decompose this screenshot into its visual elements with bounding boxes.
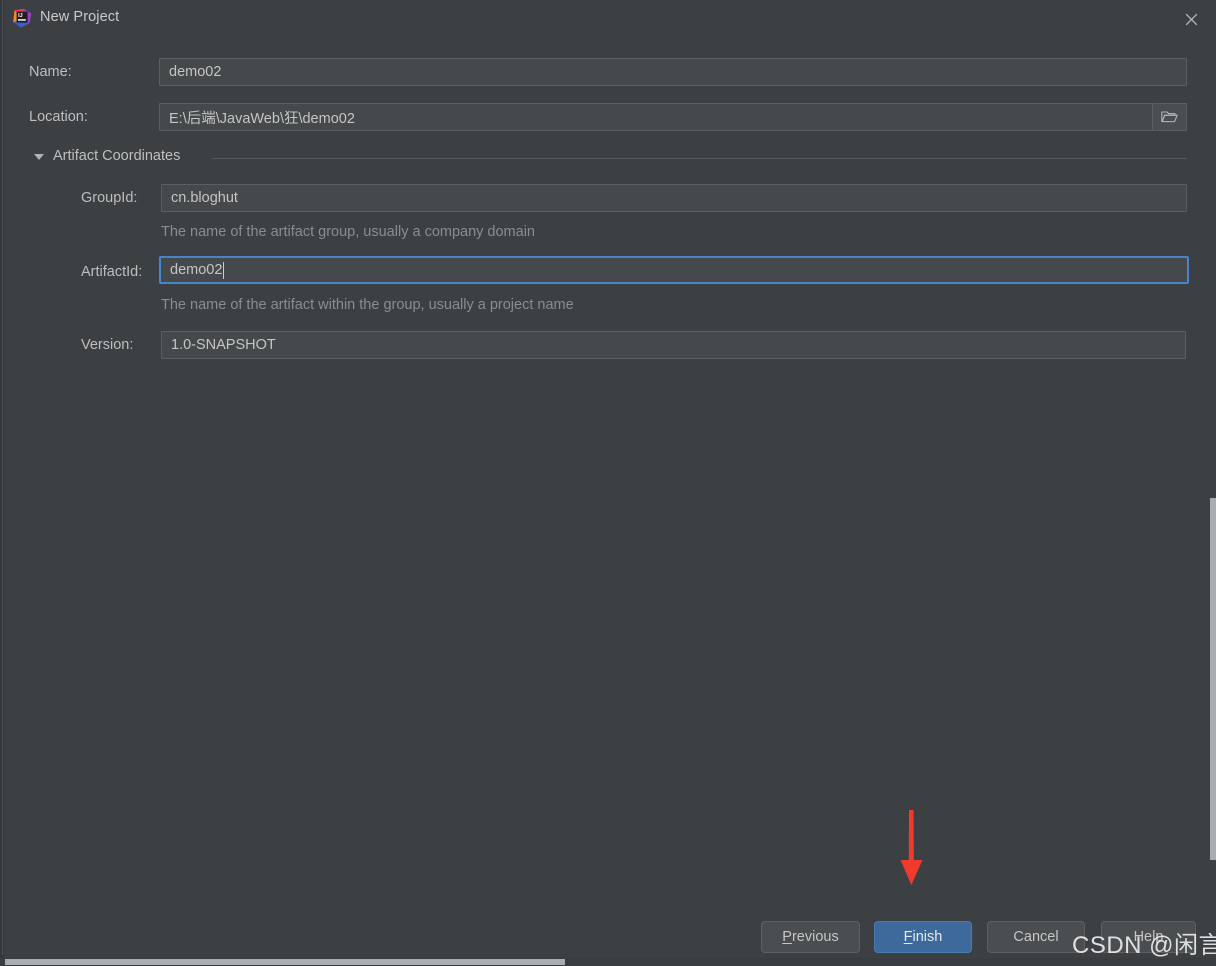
groupid-input-value: cn.bloghut <box>171 190 238 206</box>
cancel-button-label: Cancel <box>1013 929 1059 945</box>
red-down-arrow-icon <box>892 810 932 886</box>
svg-text:IJ: IJ <box>18 13 23 19</box>
version-input[interactable]: 1.0-SNAPSHOT <box>161 331 1186 359</box>
artifact-coordinates-section-header[interactable]: Artifact Coordinates <box>34 148 180 164</box>
version-label: Version: <box>81 337 134 353</box>
new-project-dialog: IJ New Project Name: demo02 Location: E:… <box>0 0 1216 966</box>
text-caret <box>223 261 225 279</box>
triangle-down-icon <box>34 153 44 160</box>
title-bar: IJ New Project <box>4 0 1216 38</box>
name-input-value: demo02 <box>169 64 222 80</box>
finish-button[interactable]: Finish <box>874 921 972 953</box>
csdn-watermark: CSDN @闲言_ <box>1072 932 1216 959</box>
artifactid-input-value: demo02 <box>170 262 223 278</box>
horizontal-scrollbar-thumb[interactable] <box>5 959 565 965</box>
name-input[interactable]: demo02 <box>159 58 1187 86</box>
folder-icon[interactable] <box>1153 103 1187 131</box>
name-label: Name: <box>29 64 72 80</box>
finish-button-label: Finish <box>903 929 943 945</box>
groupid-hint: The name of the artifact group, usually … <box>161 224 535 240</box>
window-title: New Project <box>40 9 120 25</box>
artifactid-label: ArtifactId: <box>81 264 143 280</box>
close-icon[interactable] <box>1174 4 1208 34</box>
location-input-value: E:\后端\JavaWeb\狂\demo02 <box>169 110 355 127</box>
artifact-coordinates-title: Artifact Coordinates <box>53 148 181 164</box>
artifactid-input[interactable]: demo02 <box>159 256 1189 284</box>
cancel-button[interactable]: Cancel <box>987 921 1085 953</box>
artifactid-hint: The name of the artifact within the grou… <box>161 297 574 313</box>
version-input-value: 1.0-SNAPSHOT <box>171 337 276 353</box>
intellij-idea-icon: IJ <box>12 8 32 28</box>
location-label: Location: <box>29 109 88 125</box>
window-left-border-line <box>2 0 3 955</box>
location-input[interactable]: E:\后端\JavaWeb\狂\demo02 <box>159 103 1153 131</box>
vertical-scrollbar-thumb[interactable] <box>1210 498 1216 860</box>
groupid-input[interactable]: cn.bloghut <box>161 184 1187 212</box>
section-divider <box>212 158 1187 159</box>
previous-button[interactable]: Previous <box>761 921 860 953</box>
groupid-label: GroupId: <box>81 190 138 206</box>
previous-button-label: Previous <box>782 929 839 945</box>
